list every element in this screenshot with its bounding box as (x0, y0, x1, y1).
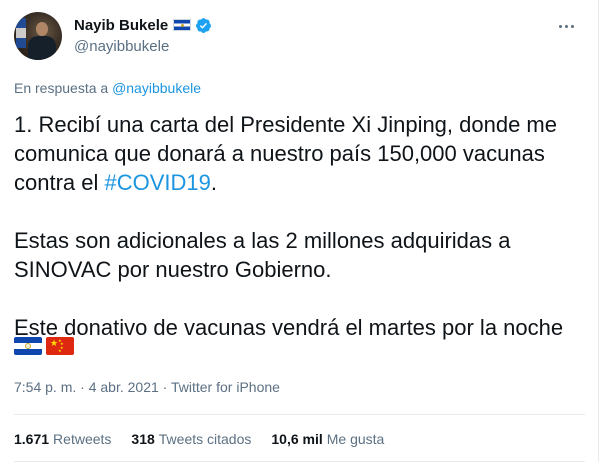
avatar-face (36, 22, 48, 36)
tweet-timestamp-time[interactable]: 7:54 p. m. (14, 379, 76, 395)
tweet-timestamp-date[interactable]: 4 abr. 2021 (89, 379, 159, 395)
tweet-para2-line-2: SINOVAC por nuestro Gobierno. (14, 257, 332, 282)
avatar-background-flag (16, 18, 26, 48)
tweet-stats: 1.671 Retweets 318 Tweets citados 10,6 m… (14, 431, 404, 447)
retweets-label: Retweets (53, 431, 112, 447)
tweet-para3: Este donativo de vacunas vendrá el marte… (14, 315, 564, 340)
more-options-icon[interactable] (556, 16, 576, 36)
author-display-name[interactable]: Nayib Bukele (74, 17, 168, 34)
quote-tweets-stat[interactable]: 318 Tweets citados (131, 431, 251, 447)
retweets-stat[interactable]: 1.671 Retweets (14, 431, 111, 447)
tweet-source-link[interactable]: Twitter for iPhone (171, 379, 280, 395)
author-handle[interactable]: @nayibbukele (74, 38, 212, 55)
meta-separator-2: · (158, 379, 171, 395)
author-name-row: Nayib Bukele (74, 14, 212, 36)
el-salvador-flag-emoji (14, 337, 42, 355)
tweet-card: Nayib Bukele @nayibbukele En respuesta a… (0, 0, 599, 462)
verified-badge-icon (196, 17, 212, 33)
china-flag-emoji: ★ ★ ★ ★ ★ (46, 337, 74, 355)
likes-label: Me gusta (326, 431, 385, 447)
divider (14, 414, 585, 415)
tweet-text: 1. Recibí una carta del Presidente Xi Ji… (14, 110, 584, 342)
retweets-count: 1.671 (14, 431, 50, 447)
likes-stat[interactable]: 10,6 mil Me gusta (271, 431, 384, 447)
tweet-line-2: comunica que donará a nuestro país 150,0… (14, 141, 545, 166)
tweet-line-1: 1. Recibí una carta del Presidente Xi Ji… (14, 112, 557, 137)
tweet-para2-line-1: Estas son adicionales a las 2 millones a… (14, 228, 511, 253)
avatar[interactable] (14, 12, 62, 60)
hashtag-link[interactable]: #COVID19 (105, 170, 211, 195)
el-salvador-flag-icon (173, 19, 192, 31)
tweet-line-3-prefix: contra el (14, 170, 105, 195)
tweet-line-3: contra el #COVID19. (14, 168, 584, 197)
quote-tweets-count: 318 (131, 431, 155, 447)
meta-separator: · (76, 379, 89, 395)
tweet-header: Nayib Bukele @nayibbukele (14, 12, 584, 62)
reply-mention-link[interactable]: @nayibbukele (112, 80, 201, 96)
reply-context: En respuesta a @nayibbukele (14, 80, 201, 96)
likes-count: 10,6 mil (271, 431, 323, 447)
author-info: Nayib Bukele @nayibbukele (74, 14, 212, 55)
reply-prefix: En respuesta a (14, 80, 109, 96)
quote-tweets-label: Tweets citados (158, 431, 252, 447)
avatar-body (28, 36, 56, 60)
tweet-line-3-suffix: . (210, 170, 218, 195)
tweet-meta: 7:54 p. m. · 4 abr. 2021 · Twitter for i… (14, 379, 280, 395)
emoji-row: ★ ★ ★ ★ ★ (14, 337, 78, 355)
